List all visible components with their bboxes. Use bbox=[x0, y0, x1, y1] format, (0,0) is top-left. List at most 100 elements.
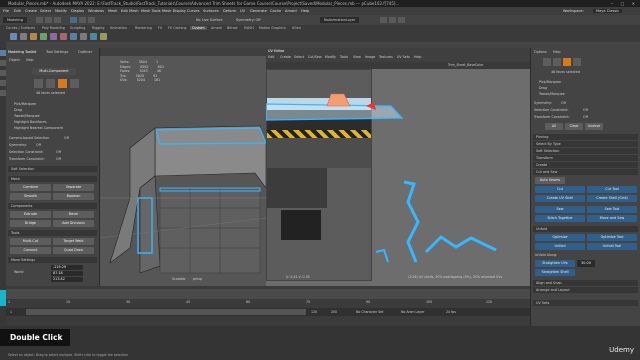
bevel-button[interactable]: Bevel bbox=[53, 211, 94, 218]
render-settings-icon[interactable] bbox=[398, 17, 405, 23]
new-scene-icon[interactable] bbox=[36, 17, 43, 23]
uv-menu-create[interactable]: Create bbox=[280, 55, 291, 59]
uv-menu-image[interactable]: Image bbox=[365, 55, 375, 59]
sew-button[interactable]: Sew bbox=[535, 206, 585, 213]
coord-y-field[interactable]: 87.18 bbox=[51, 271, 83, 276]
uv-drag[interactable]: Drag bbox=[539, 86, 547, 90]
unfold-tool-button[interactable]: Unfold Tool bbox=[587, 243, 637, 250]
uv-menu-cut-sew[interactable]: Cut/Sew bbox=[308, 55, 322, 59]
save-scene-icon[interactable] bbox=[54, 17, 61, 23]
multi-component-button[interactable]: Multi-Component bbox=[32, 68, 76, 75]
uv-unfold-section[interactable]: Unfold bbox=[533, 226, 638, 232]
workspace-dropdown[interactable]: Maya Classic bbox=[593, 9, 623, 13]
shelf-tab-arnold[interactable]: Arnold bbox=[211, 26, 222, 30]
tab-tool-settings[interactable]: Tool Settings bbox=[46, 50, 68, 54]
vertex-mode-icon[interactable] bbox=[34, 79, 43, 88]
shelf-tab-xgen[interactable]: XGen bbox=[292, 26, 301, 30]
uv-menu-select[interactable]: Select bbox=[294, 55, 304, 59]
menu-item-mesh-tools[interactable]: Mesh Tools bbox=[141, 9, 160, 13]
uv-tab-options[interactable]: Options bbox=[534, 50, 547, 54]
coord-x-field[interactable]: -219.29 bbox=[51, 265, 83, 270]
menu-item-surfaces[interactable]: Surfaces bbox=[203, 9, 219, 13]
bridge-icon[interactable] bbox=[90, 33, 97, 40]
unfold-button[interactable]: Unfold bbox=[535, 243, 585, 250]
open-scene-icon[interactable] bbox=[45, 17, 52, 23]
multicut-icon[interactable] bbox=[100, 33, 107, 40]
uv-menu-help[interactable]: Help bbox=[414, 55, 422, 59]
move-settings-section[interactable]: Move Settings bbox=[8, 257, 97, 263]
create-shell-grid-button[interactable]: Create Shell (Grid) bbox=[587, 195, 637, 202]
transform-constraint-value[interactable]: Off bbox=[56, 157, 61, 161]
uv-select-inverse-button[interactable]: Inverse bbox=[585, 123, 603, 130]
shelf-tab-motion-graphics[interactable]: Motion Graphics bbox=[259, 26, 286, 30]
drag-option[interactable]: Drag bbox=[14, 108, 22, 112]
uv-select-all-button[interactable]: All bbox=[545, 123, 563, 130]
unfold-along-label[interactable]: Unfold Along: bbox=[535, 253, 557, 257]
range-start[interactable]: 1 bbox=[10, 310, 12, 314]
uv-soft-selection-section[interactable]: Soft Selection bbox=[533, 148, 638, 154]
uv-menu-tools[interactable]: Tools bbox=[340, 55, 348, 59]
ipr-render-icon[interactable] bbox=[389, 17, 396, 23]
arrange-layout-section[interactable]: Arrange and Layout bbox=[533, 287, 638, 293]
uv-transform-section[interactable]: Transform bbox=[533, 155, 638, 161]
uv-vertex-icon[interactable] bbox=[543, 58, 551, 66]
plane-icon[interactable] bbox=[40, 33, 47, 40]
menu-item-create[interactable]: Create bbox=[25, 9, 37, 13]
anim-layer-dropdown[interactable]: NoAnimationLayer bbox=[320, 17, 360, 23]
combine-button[interactable]: Combine bbox=[10, 184, 51, 191]
range-end[interactable]: 120 bbox=[311, 310, 317, 314]
uv-menu-modify[interactable]: Modify bbox=[325, 55, 336, 59]
menu-item-edit-mesh[interactable]: Edit Mesh bbox=[121, 9, 139, 13]
shelf-tab-bifrost[interactable]: Bifrost bbox=[227, 26, 238, 30]
world-space-dropdown[interactable]: World bbox=[14, 270, 23, 274]
cut-button[interactable]: Cut bbox=[535, 186, 585, 193]
modular-mesh-wireframe[interactable] bbox=[100, 48, 266, 286]
uv-sets-section[interactable]: UV Sets bbox=[533, 300, 638, 306]
selection-constraint-value[interactable]: Off bbox=[56, 150, 61, 154]
multi-cut-button[interactable]: Multi-Cut bbox=[10, 238, 51, 245]
menu-item-windows[interactable]: Windows bbox=[88, 9, 104, 13]
menu-item-help[interactable]: Help bbox=[301, 9, 309, 13]
cylinder-icon[interactable] bbox=[30, 33, 37, 40]
camera-based-selection-value[interactable]: Off bbox=[64, 136, 69, 140]
sew-tool-button[interactable]: Sew Tool bbox=[587, 206, 637, 213]
tab-modeling-toolkit[interactable]: Modeling Toolkit bbox=[8, 50, 36, 54]
shelf-tab-sculpting[interactable]: Sculpting bbox=[70, 26, 85, 30]
menu-item-deform[interactable]: Deform bbox=[223, 9, 236, 13]
components-section[interactable]: Components bbox=[8, 203, 97, 209]
extrude-icon[interactable] bbox=[70, 33, 77, 40]
menu-item-curves[interactable]: Curves bbox=[187, 9, 199, 13]
menu-item-edit[interactable]: Edit bbox=[14, 9, 21, 13]
uv-grid[interactable]: Trim_Sheet_BaseColor U: 0.41 V: 0.35 (2/… bbox=[266, 62, 530, 286]
uv-pinning-section[interactable]: Pinning bbox=[533, 134, 638, 140]
paint-select-icon[interactable] bbox=[88, 17, 95, 23]
bridge-button[interactable]: Bridge bbox=[10, 220, 51, 227]
auto-seams-button[interactable]: Auto Seams bbox=[535, 177, 565, 184]
no-live-surface[interactable]: No Live Surface bbox=[196, 18, 223, 22]
range-max[interactable]: 200 bbox=[331, 310, 337, 314]
uv-select-by-type-section[interactable]: Select By Type bbox=[533, 141, 638, 147]
uv-pick-marquee[interactable]: Pick/Marquee bbox=[539, 80, 561, 84]
mode-dropdown[interactable]: Modeling bbox=[3, 17, 27, 23]
uv-face-icon[interactable] bbox=[563, 58, 571, 66]
tab-outliner[interactable]: Outliner bbox=[78, 50, 92, 54]
optimize-tool-button[interactable]: Optimize Tool bbox=[587, 234, 637, 241]
torus-icon[interactable] bbox=[50, 33, 57, 40]
fps-dropdown[interactable]: 24 fps bbox=[446, 310, 456, 314]
uv-selection-constraint-value[interactable]: Off bbox=[583, 108, 588, 112]
uv-transform-constraint-value[interactable]: Off bbox=[583, 115, 588, 119]
time-slider[interactable]: 1 15 30 45 60 75 90 105 120 1 120 200 No… bbox=[6, 286, 530, 326]
uv-create-section[interactable]: Create bbox=[533, 162, 638, 168]
cone-icon[interactable] bbox=[60, 33, 67, 40]
range-slider[interactable]: 1 120 200 No Character Set No Anim Layer… bbox=[6, 308, 530, 316]
uv-tweak-marquee[interactable]: Tweak/Marquee bbox=[539, 92, 565, 96]
uv-menu-edit[interactable]: Edit bbox=[268, 55, 274, 59]
straighten-uvs-button[interactable]: Straighten UVs bbox=[535, 260, 575, 267]
uv-shell-icon[interactable] bbox=[573, 58, 581, 66]
shelf-tab-fx[interactable]: FX bbox=[158, 26, 162, 30]
uv-menu-uv-sets[interactable]: UV Sets bbox=[397, 55, 410, 59]
move-and-sew-button[interactable]: Move and Sew bbox=[587, 215, 637, 222]
sphere-icon[interactable] bbox=[20, 33, 27, 40]
render-icon[interactable] bbox=[380, 17, 387, 23]
shelf-tab-rendering[interactable]: Rendering bbox=[135, 26, 152, 30]
